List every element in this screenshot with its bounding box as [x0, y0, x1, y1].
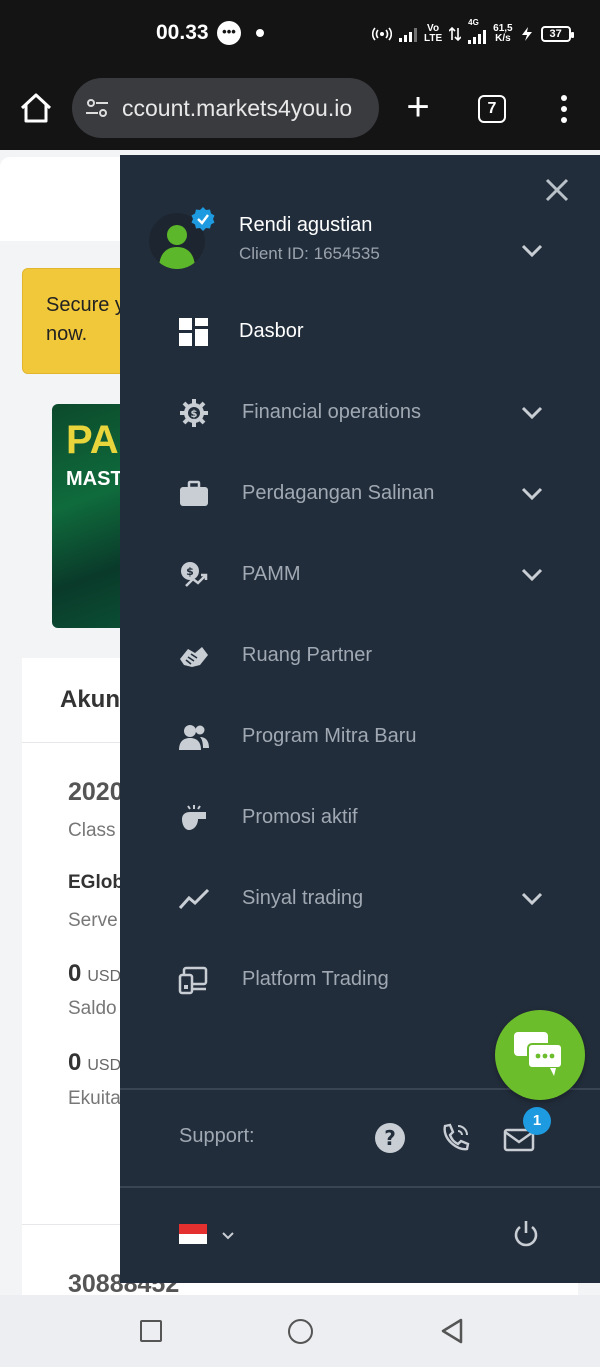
site-settings-icon[interactable]: [84, 96, 110, 120]
nav-label: Program Mitra Baru: [242, 725, 417, 747]
notification-dot-icon: [256, 29, 264, 37]
chevron-down-icon: [521, 487, 543, 501]
support-label: Support:: [179, 1125, 255, 1147]
help-icon[interactable]: ?: [373, 1121, 407, 1155]
status-time: 00.33: [156, 21, 209, 44]
nav-label: Ruang Partner: [242, 644, 373, 666]
charging-icon: [521, 27, 532, 41]
power-logout-icon[interactable]: [512, 1219, 540, 1249]
signal-1-icon: [399, 26, 417, 42]
language-chevron-down-icon[interactable]: [221, 1231, 235, 1241]
nav-label: Promosi aktif: [242, 806, 358, 828]
nav-label: Perdagangan Salinan: [242, 482, 435, 504]
nav-item-financial-operations[interactable]: $ Financial operations: [120, 382, 600, 444]
nav-label: Sinyal trading: [242, 887, 364, 909]
nav-item-sinyal-trading[interactable]: Sinyal trading: [120, 868, 600, 930]
svg-text:?: ?: [384, 1126, 396, 1150]
handshake-icon: [180, 647, 208, 667]
pamm-money-icon: $: [181, 562, 208, 587]
financial-gear-icon: $: [180, 399, 208, 427]
chat-icon: [514, 1032, 563, 1076]
home-icon[interactable]: [16, 88, 56, 128]
browser-menu-icon[interactable]: [555, 95, 573, 123]
nav-item-program-mitra-baru[interactable]: Program Mitra Baru: [120, 706, 600, 768]
address-bar[interactable]: ccount.markets4you.io: [72, 78, 379, 138]
message-notification-icon: •••: [217, 21, 241, 45]
verified-badge-icon: [191, 207, 215, 231]
users-icon: [179, 725, 209, 750]
user-menu-chevron-down-icon[interactable]: [520, 243, 544, 259]
new-tab-button[interactable]: +: [400, 87, 436, 127]
whistle-icon: [182, 805, 206, 830]
live-chat-button[interactable]: [495, 1010, 585, 1100]
client-id: Client ID: 1654535: [239, 244, 380, 263]
banner-title: PA: [66, 418, 119, 462]
briefcase-icon: [180, 480, 208, 506]
chevron-down-icon: [521, 406, 543, 420]
hotspot-icon: [372, 27, 392, 41]
nav-label: Dasbor: [239, 320, 304, 342]
account-number: 2020: [68, 778, 124, 806]
balance-value: 0 USD: [68, 960, 121, 988]
server-name: EGlob: [68, 872, 124, 893]
chevron-down-icon: [521, 892, 543, 906]
signal-2-icon: 4G: [468, 18, 487, 44]
indonesia-flag-icon[interactable]: [179, 1224, 207, 1244]
nav-item-perdagangan-salinan[interactable]: Perdagangan Salinan: [120, 463, 600, 525]
account-type: Class: [68, 820, 116, 841]
nav-label: Platform Trading: [242, 968, 389, 990]
close-icon[interactable]: [544, 177, 570, 203]
nav-item-pamm[interactable]: $ PAMM: [120, 544, 600, 606]
nav-item-platform-trading[interactable]: Platform Trading: [120, 949, 600, 1011]
signal-type: 4G: [468, 18, 479, 27]
equity-amount: 0: [68, 1049, 82, 1076]
home-button[interactable]: [288, 1319, 313, 1344]
recents-button[interactable]: [140, 1320, 162, 1342]
status-bar: 00.33 ••• Vo LTE 4G 61,5 K/s 37: [0, 0, 600, 68]
phone-icon[interactable]: [438, 1121, 472, 1155]
system-nav-bar: [0, 1295, 600, 1367]
drawer-divider-2: [120, 1186, 600, 1188]
trend-line-icon: [178, 888, 210, 910]
volte-label: Vo LTE: [424, 23, 443, 44]
equity-label: Ekuita: [68, 1088, 121, 1109]
url-text: ccount.markets4you.io: [122, 95, 353, 121]
mail-badge: 1: [523, 1107, 551, 1135]
dashboard-icon: [179, 318, 208, 346]
data-arrows-icon: [449, 26, 462, 42]
net-speed: 61,5 K/s: [493, 23, 513, 44]
balance-amount: 0: [68, 960, 82, 987]
banner-subtitle: MAST: [66, 468, 123, 490]
nav-item-dasbor[interactable]: Dasbor: [120, 301, 600, 363]
card-title: Akun: [60, 686, 120, 713]
equity-currency: USD: [87, 1057, 122, 1074]
status-indicators: Vo LTE 4G 61,5 K/s 37: [372, 18, 574, 48]
balance-currency: USD: [87, 968, 122, 985]
nav-label: PAMM: [242, 563, 301, 585]
side-drawer: Rendi agustian Client ID: 1654535 Dasbor…: [120, 155, 600, 1283]
svg-text:$: $: [186, 565, 194, 578]
browser-toolbar: ccount.markets4you.io + 7: [0, 68, 600, 150]
nav-item-ruang-partner[interactable]: Ruang Partner: [120, 625, 600, 687]
nav-label: Financial operations: [242, 401, 421, 423]
svg-text:$: $: [191, 409, 198, 420]
back-button[interactable]: [440, 1317, 464, 1345]
chevron-down-icon: [521, 568, 543, 582]
user-name[interactable]: Rendi agustian: [239, 214, 372, 237]
equity-value: 0 USD: [68, 1049, 121, 1077]
server-label: Serve: [68, 910, 118, 931]
nav-item-promosi-aktif[interactable]: Promosi aktif: [120, 787, 600, 849]
tab-switcher-button[interactable]: 7: [478, 95, 506, 123]
balance-label: Saldo: [68, 998, 117, 1019]
devices-icon: [178, 966, 208, 995]
battery-icon: 37: [540, 26, 574, 42]
